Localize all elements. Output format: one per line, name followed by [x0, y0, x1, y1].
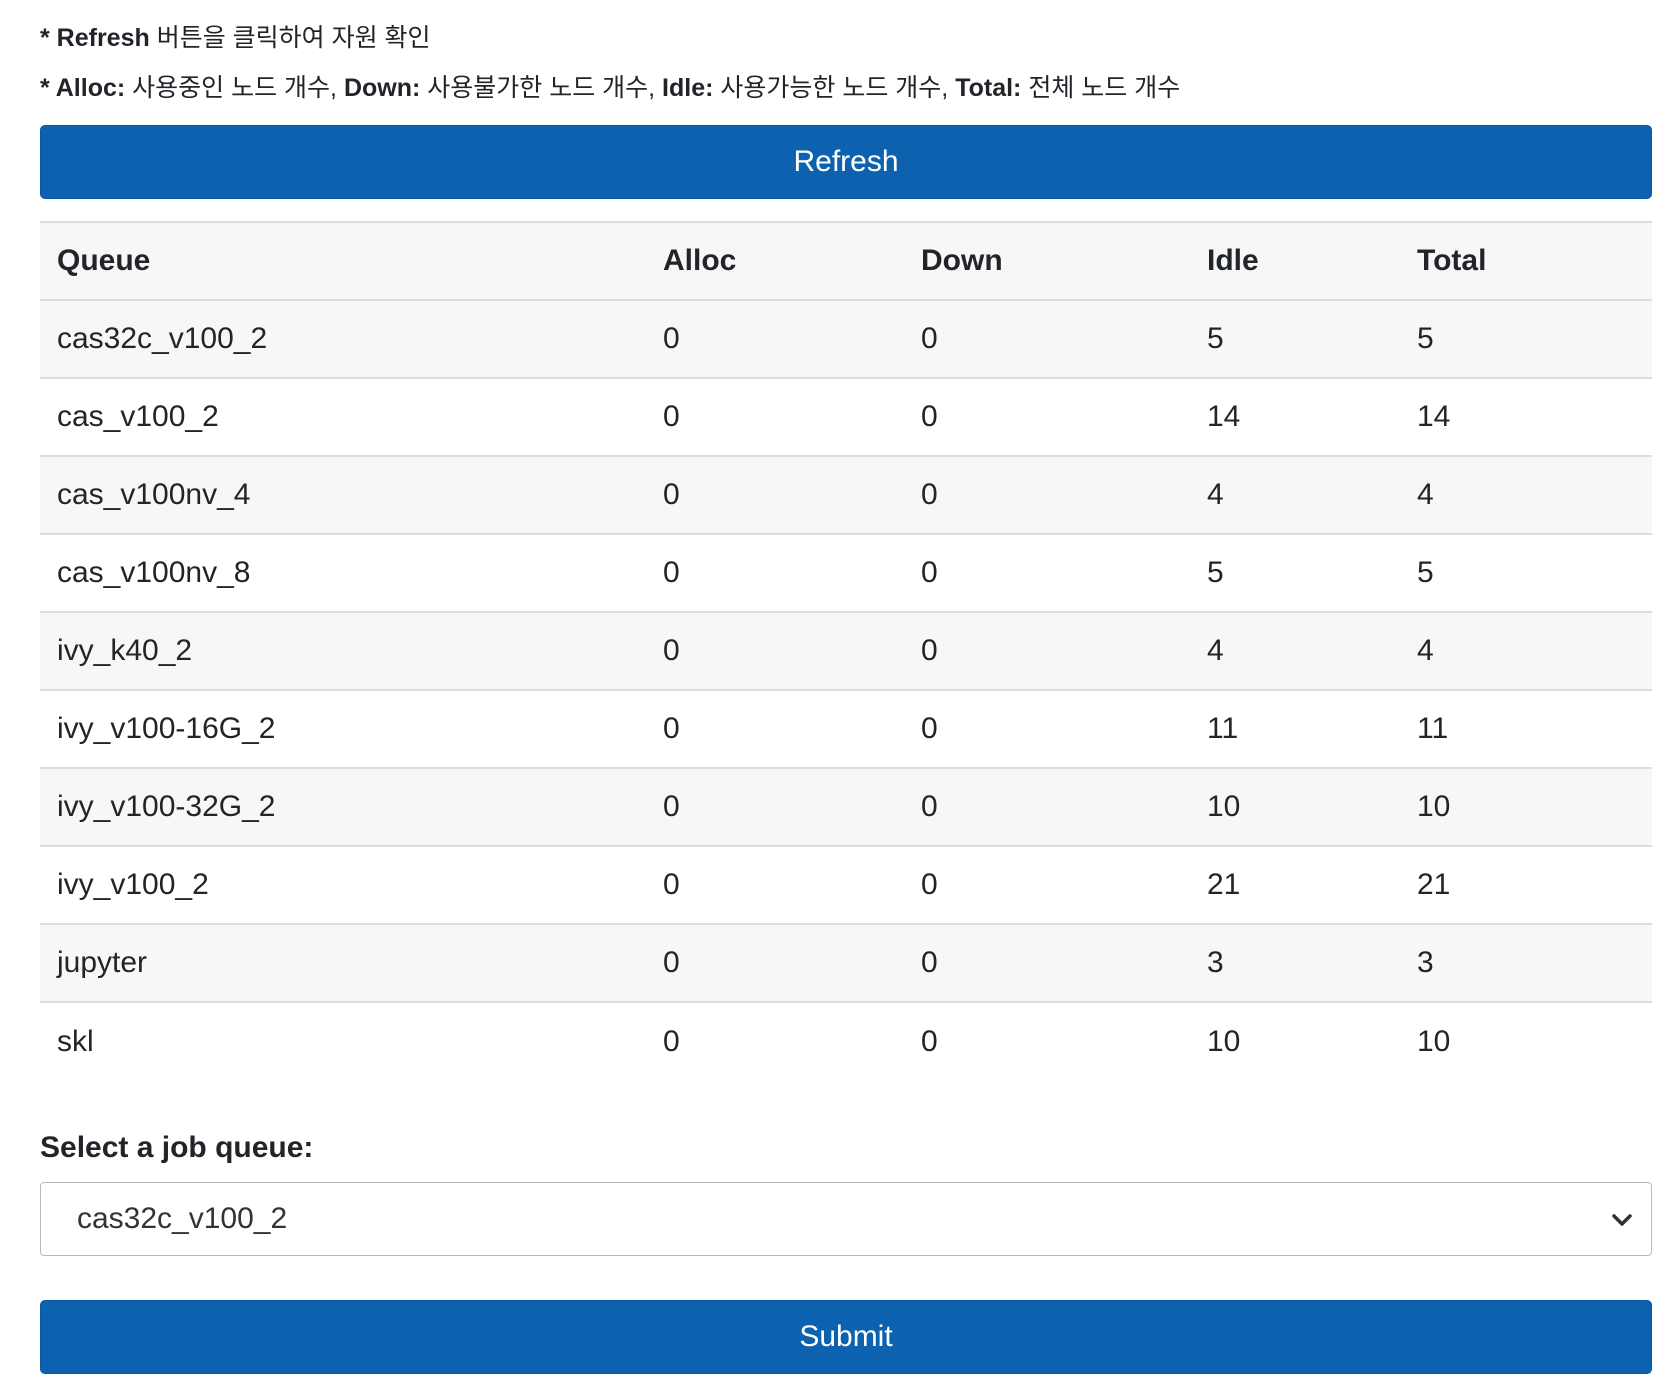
cell-total: 3: [1400, 923, 1652, 1002]
table-row: jupyter 0 0 3 3: [40, 923, 1652, 1002]
cell-alloc: 0: [646, 377, 904, 456]
legend-alloc-keyword: * Alloc:: [40, 74, 126, 102]
chevron-down-icon: [1612, 1214, 1632, 1226]
cell-alloc: 0: [646, 455, 904, 534]
legend-idle-keyword: Idle:: [662, 74, 714, 102]
cell-total: 5: [1400, 299, 1652, 378]
legend-total-text: 전체 노드 개수: [1021, 74, 1181, 102]
table-body: cas32c_v100_2 0 0 5 5 cas_v100_2 0 0 14 14 cas_v10…: [40, 299, 1652, 1080]
cell-down: 0: [904, 377, 1190, 456]
cell-total: 10: [1400, 767, 1652, 846]
cell-idle: 3: [1190, 923, 1400, 1002]
legend-down-text: 사용불가한 노드 개수,: [420, 74, 663, 102]
table-row: cas_v100_2 0 0 14 14: [40, 377, 1652, 456]
cell-total: 11: [1400, 689, 1652, 768]
cell-queue: jupyter: [40, 923, 646, 1002]
cell-idle: 21: [1190, 845, 1400, 924]
header-down: Down: [904, 221, 1190, 301]
column-legend-note: * Alloc: 사용중인 노드 개수, Down: 사용불가한 노드 개수, …: [40, 73, 1180, 103]
cell-queue: cas_v100nv_8: [40, 533, 646, 612]
cell-queue: ivy_v100-32G_2: [40, 767, 646, 846]
queue-select-value: cas32c_v100_2: [77, 1202, 288, 1235]
header-queue: Queue: [40, 221, 646, 301]
legend-idle-text: 사용가능한 노드 개수,: [713, 74, 956, 102]
cell-queue: cas_v100_2: [40, 377, 646, 456]
table-row: ivy_v100_2 0 0 21 21: [40, 845, 1652, 924]
table-row: cas32c_v100_2 0 0 5 5: [40, 299, 1652, 378]
cell-down: 0: [904, 533, 1190, 612]
cell-total: 10: [1400, 1001, 1652, 1080]
cell-idle: 11: [1190, 689, 1400, 768]
cell-idle: 5: [1190, 533, 1400, 612]
cell-queue: ivy_v100_2: [40, 845, 646, 924]
header-idle: Idle: [1190, 221, 1400, 301]
cell-down: 0: [904, 767, 1190, 846]
table-header-row: Queue Alloc Down Idle Total: [40, 221, 1652, 301]
cell-idle: 5: [1190, 299, 1400, 378]
table-row: ivy_v100-32G_2 0 0 10 10: [40, 767, 1652, 846]
cell-down: 0: [904, 845, 1190, 924]
header-alloc: Alloc: [646, 221, 904, 301]
cell-alloc: 0: [646, 845, 904, 924]
table-row: skl 0 0 10 10: [40, 1001, 1652, 1080]
legend-alloc-text: 사용중인 노드 개수,: [125, 74, 344, 102]
cell-alloc: 0: [646, 767, 904, 846]
cell-idle: 10: [1190, 767, 1400, 846]
cell-alloc: 0: [646, 611, 904, 690]
table-row: cas_v100nv_4 0 0 4 4: [40, 455, 1652, 534]
table-row: ivy_k40_2 0 0 4 4: [40, 611, 1652, 690]
queue-table: Queue Alloc Down Idle Total cas32c_v100_…: [40, 221, 1652, 1080]
refresh-instruction-note: * Refresh 버튼을 클릭하여 자원 확인: [40, 23, 431, 53]
cell-alloc: 0: [646, 299, 904, 378]
queue-select-label: Select a job queue:: [40, 1131, 314, 1164]
legend-total-keyword: Total:: [955, 74, 1022, 102]
queue-select[interactable]: cas32c_v100_2: [40, 1182, 1652, 1256]
cell-down: 0: [904, 455, 1190, 534]
table-row: cas_v100nv_8 0 0 5 5: [40, 533, 1652, 612]
cell-total: 14: [1400, 377, 1652, 456]
cell-queue: cas32c_v100_2: [40, 299, 646, 378]
cell-alloc: 0: [646, 923, 904, 1002]
legend-down-keyword: Down:: [343, 74, 421, 102]
cell-queue: ivy_k40_2: [40, 611, 646, 690]
queue-status-page: * Refresh 버튼을 클릭하여 자원 확인 * Alloc: 사용중인 노…: [0, 0, 1666, 1396]
cell-idle: 14: [1190, 377, 1400, 456]
cell-total: 4: [1400, 611, 1652, 690]
cell-idle: 4: [1190, 611, 1400, 690]
cell-down: 0: [904, 299, 1190, 378]
table-header: Queue Alloc Down Idle Total: [40, 221, 1652, 301]
refresh-button[interactable]: Refresh: [40, 125, 1652, 199]
note-refresh-text: 버튼을 클릭하여 자원 확인: [149, 24, 431, 52]
cell-down: 0: [904, 689, 1190, 768]
cell-alloc: 0: [646, 533, 904, 612]
cell-idle: 4: [1190, 455, 1400, 534]
cell-alloc: 0: [646, 1001, 904, 1080]
note-refresh-keyword: * Refresh: [40, 24, 150, 52]
cell-queue: cas_v100nv_4: [40, 455, 646, 534]
cell-queue: skl: [40, 1001, 646, 1080]
cell-total: 5: [1400, 533, 1652, 612]
header-total: Total: [1400, 221, 1652, 301]
submit-button[interactable]: Submit: [40, 1300, 1652, 1374]
cell-down: 0: [904, 611, 1190, 690]
cell-total: 21: [1400, 845, 1652, 924]
cell-down: 0: [904, 1001, 1190, 1080]
cell-down: 0: [904, 923, 1190, 1002]
cell-total: 4: [1400, 455, 1652, 534]
table-row: ivy_v100-16G_2 0 0 11 11: [40, 689, 1652, 768]
cell-alloc: 0: [646, 689, 904, 768]
cell-queue: ivy_v100-16G_2: [40, 689, 646, 768]
cell-idle: 10: [1190, 1001, 1400, 1080]
